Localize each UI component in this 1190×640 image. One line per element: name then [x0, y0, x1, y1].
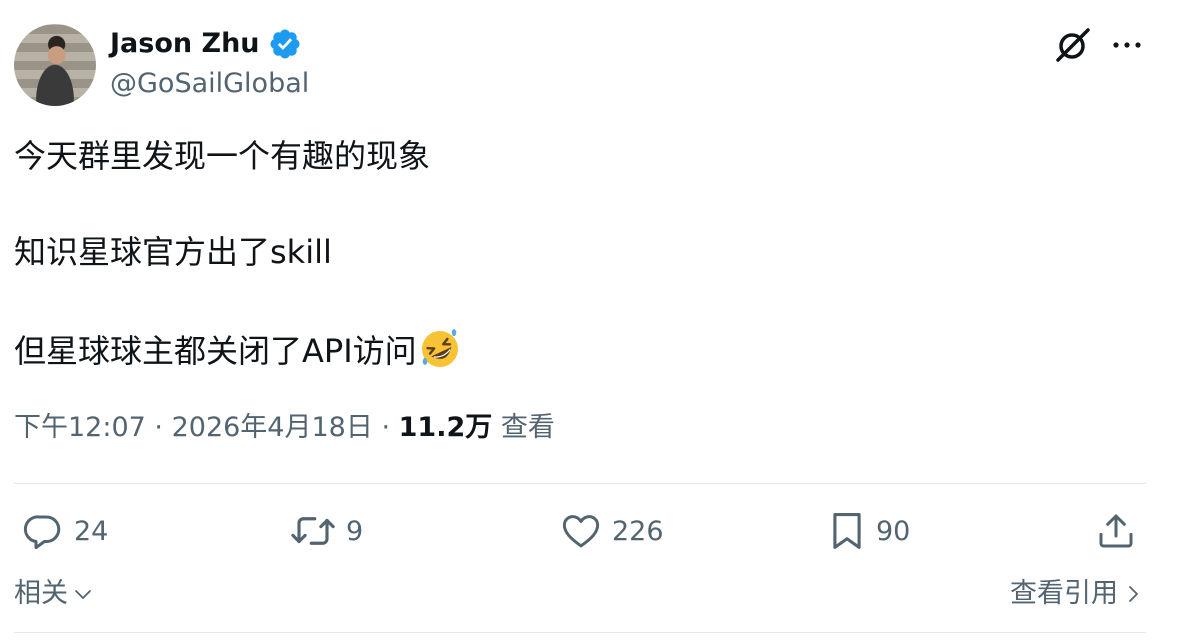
tweet-text: 今天群里发现一个有趣的现象 知识星球官方出了skill 但星球球主都关闭了API… — [14, 136, 461, 370]
display-name[interactable]: Jason Zhu — [110, 26, 260, 62]
meta-separator: · — [381, 412, 391, 443]
handle[interactable]: @GoSailGlobal — [110, 66, 309, 102]
divider — [14, 483, 1146, 484]
meta-separator: · — [154, 412, 163, 443]
like-count: 226 — [612, 515, 664, 547]
quotes-label: 查看引用 — [1010, 578, 1118, 609]
reply-icon — [23, 515, 61, 550]
divider — [14, 632, 1146, 633]
tweet-meta: 下午12:07 · 2026年4月18日 · 11.2万 查看 — [14, 408, 555, 448]
like-button[interactable]: 226 — [560, 508, 664, 554]
bookmark-count: 90 — [876, 515, 911, 547]
tweet-line-text: 但星球球主都关闭了API访问 — [14, 332, 417, 370]
heart-icon — [562, 515, 600, 548]
views-label: 查看 — [500, 412, 555, 443]
repost-button[interactable]: 9 — [290, 508, 363, 554]
reply-button[interactable]: 24 — [22, 508, 108, 554]
bookmark-button[interactable]: 90 — [828, 508, 910, 554]
repost-icon — [291, 517, 335, 545]
share-button[interactable] — [1096, 508, 1136, 554]
tweet-line: 今天群里发现一个有趣的现象 — [14, 137, 431, 175]
tweet-time[interactable]: 下午12:07 — [14, 412, 146, 443]
related-toggle[interactable]: 相关 — [14, 574, 94, 614]
tweet-date[interactable]: 2026年4月18日 — [172, 412, 373, 443]
rolling-on-the-floor-laughing-icon — [421, 329, 458, 367]
tweet-line: 但星球球主都关闭了API访问 — [14, 328, 461, 370]
bookmark-icon — [833, 513, 861, 549]
chevron-down-icon — [75, 590, 91, 599]
more-icon[interactable] — [1110, 30, 1144, 60]
related-label: 相关 — [14, 578, 68, 609]
reply-count: 24 — [74, 515, 109, 547]
chevron-right-icon — [1129, 586, 1138, 602]
repost-count: 9 — [346, 515, 364, 547]
author-name-row: Jason Zhu — [110, 26, 302, 62]
avatar[interactable] — [14, 24, 96, 106]
view-quotes-link[interactable]: 查看引用 — [1010, 574, 1140, 614]
share-icon — [1099, 514, 1133, 548]
tweet-line: 知识星球官方出了skill — [14, 233, 332, 271]
views-count: 11.2万 — [398, 412, 493, 443]
verified-badge-icon — [270, 29, 300, 59]
grok-icon[interactable] — [1052, 24, 1094, 66]
